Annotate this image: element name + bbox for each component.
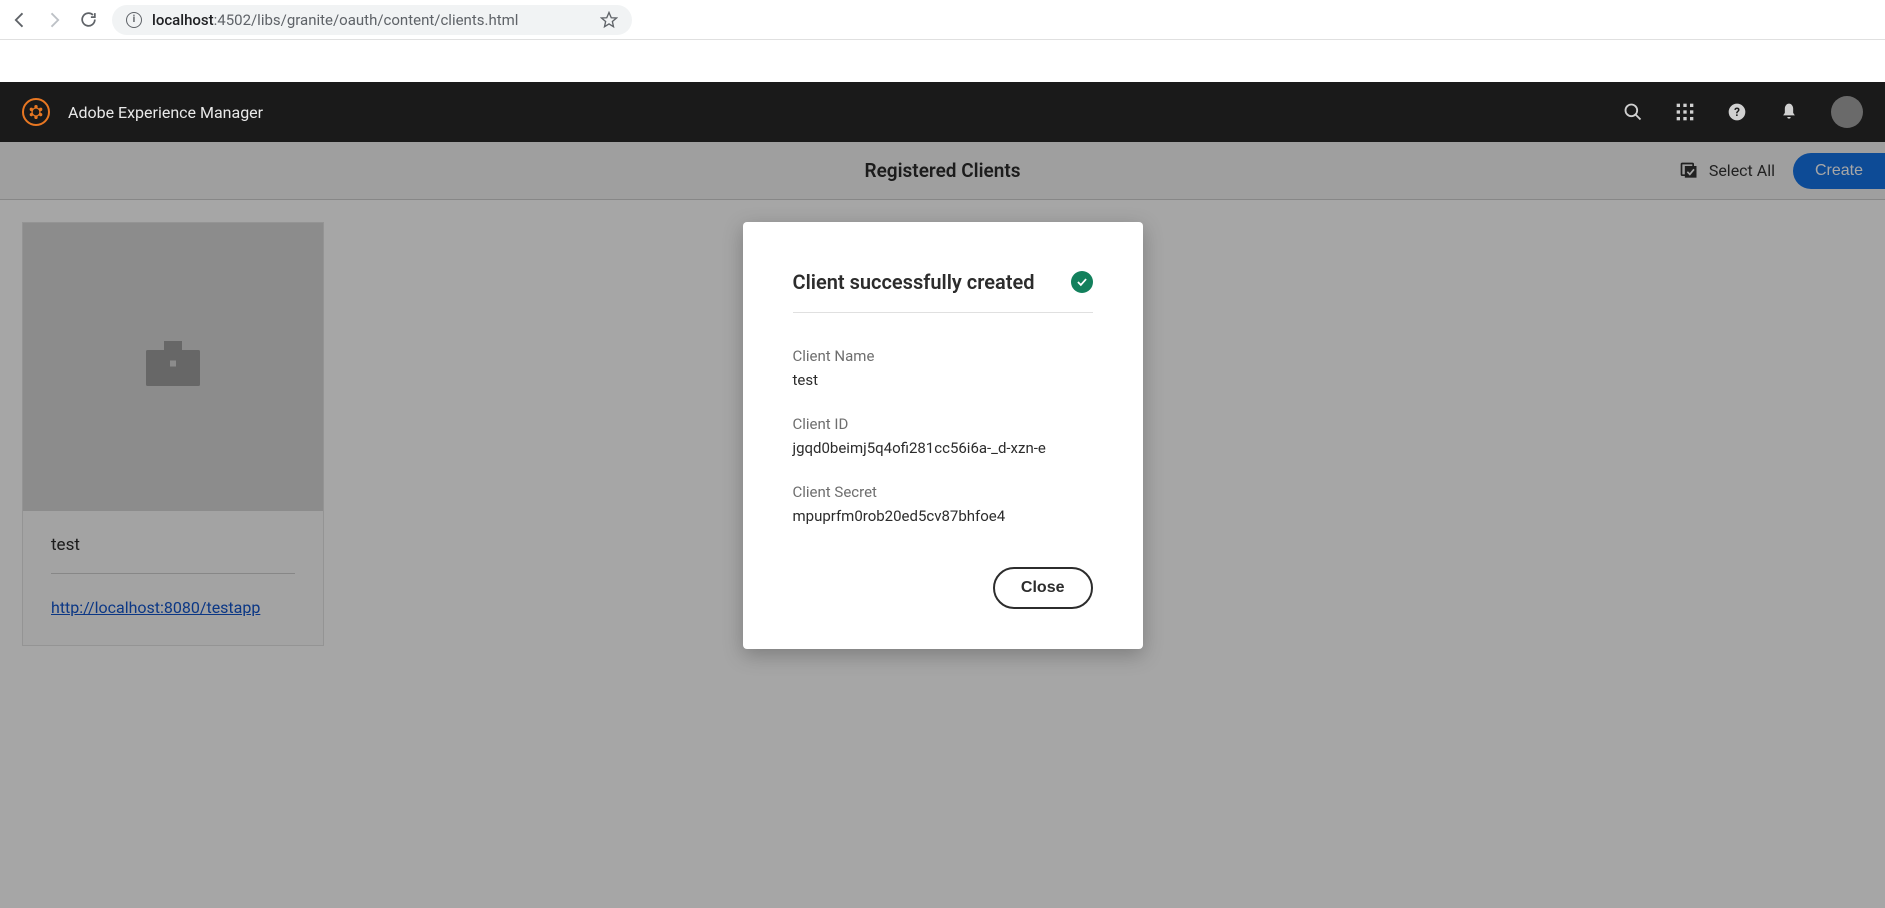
page-content: Registered Clients Select All Create tes…	[0, 142, 1885, 908]
aem-logo-icon[interactable]	[22, 98, 50, 126]
close-button[interactable]: Close	[993, 567, 1093, 609]
reload-button[interactable]	[78, 10, 98, 30]
apps-grid-icon[interactable]	[1675, 102, 1695, 122]
dialog-title: Client successfully created	[793, 270, 1035, 294]
dialog-actions: Close	[793, 567, 1093, 609]
field-value: test	[793, 371, 1093, 389]
field-value: jgqd0beimj5q4ofi281cc56i6a-_d-xzn-e	[793, 439, 1093, 457]
browser-toolbar: i localhost:4502/libs/granite/oauth/cont…	[0, 0, 1885, 40]
browser-blank-area	[0, 40, 1885, 82]
field-label: Client ID	[793, 415, 1093, 433]
aem-product-name[interactable]: Adobe Experience Manager	[68, 103, 263, 122]
address-bar[interactable]: i localhost:4502/libs/granite/oauth/cont…	[112, 5, 632, 35]
field-label: Client Secret	[793, 483, 1093, 501]
field-label: Client Name	[793, 347, 1093, 365]
user-avatar[interactable]	[1831, 96, 1863, 128]
url-text: localhost:4502/libs/granite/oauth/conten…	[152, 11, 518, 29]
aem-top-header: Adobe Experience Manager ?	[0, 82, 1885, 142]
search-icon[interactable]	[1623, 102, 1643, 122]
bell-icon[interactable]	[1779, 102, 1799, 122]
dialog-field-client-secret: Client Secret mpuprfm0rob20ed5cv87bhfoe4	[793, 483, 1093, 525]
bookmark-star-icon[interactable]	[600, 11, 618, 29]
dialog-field-client-name: Client Name test	[793, 347, 1093, 389]
back-button[interactable]	[10, 10, 30, 30]
success-dialog: Client successfully created Client Name …	[743, 222, 1143, 649]
dialog-header: Client successfully created	[793, 270, 1093, 313]
svg-text:?: ?	[1734, 105, 1740, 119]
site-info-icon[interactable]: i	[126, 12, 142, 28]
help-icon[interactable]: ?	[1727, 102, 1747, 122]
forward-button[interactable]	[44, 10, 64, 30]
field-value: mpuprfm0rob20ed5cv87bhfoe4	[793, 507, 1093, 525]
success-check-icon	[1071, 271, 1093, 293]
dialog-field-client-id: Client ID jgqd0beimj5q4ofi281cc56i6a-_d-…	[793, 415, 1093, 457]
